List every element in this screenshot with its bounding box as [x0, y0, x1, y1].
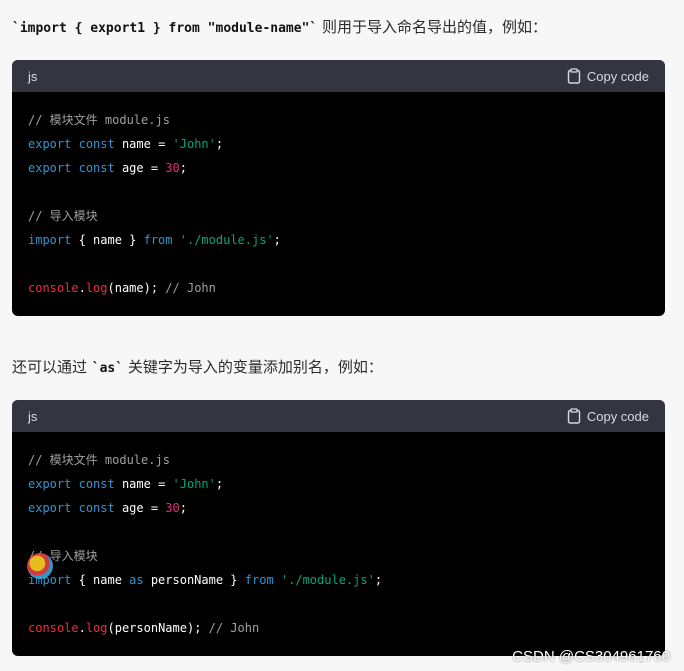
watermark: CSDN @CS304961760 — [512, 648, 670, 665]
code-token: export — [28, 137, 72, 151]
code-line: console.log(personName); // John — [28, 616, 649, 640]
code-token: from — [143, 233, 173, 247]
code-line: import { name as personName } from './mo… — [28, 568, 649, 592]
code-token: ; — [215, 477, 224, 491]
code-line: // 模块文件 module.js — [28, 448, 649, 472]
code-token: // 导入模块 — [28, 209, 98, 223]
code-token: ; — [215, 137, 224, 151]
code-content[interactable]: // 模块文件 module.js export const name = 'Jo… — [12, 432, 665, 654]
code-token: age = — [114, 501, 166, 515]
code-language-label: js — [28, 68, 38, 84]
code-token: // 模块文件 module.js — [28, 113, 170, 127]
code-token: . — [78, 281, 86, 295]
code-token: 'John' — [172, 137, 216, 151]
code-token: . — [78, 621, 86, 635]
code-token: 30 — [165, 161, 180, 175]
alias-paragraph: 还可以通过 `as` 关键字为导入的变量添加别名，例如： — [12, 357, 383, 379]
code-token: 'John' — [172, 477, 216, 491]
code-token: import — [28, 233, 72, 247]
code-token: const — [78, 137, 115, 151]
code-language-label: js — [28, 408, 38, 424]
code-token: age = — [114, 161, 166, 175]
code-token: ; — [179, 501, 187, 515]
code-token: as — [129, 573, 144, 587]
code-token: const — [78, 501, 115, 515]
code-line: export const age = 30; — [28, 496, 649, 520]
code-token: ; — [273, 233, 281, 247]
code-token: export — [28, 477, 72, 491]
code-token: { name — [71, 573, 130, 587]
alias-text-prefix: 还可以通过 — [12, 358, 92, 376]
code-token: export — [28, 161, 72, 175]
alias-inline-code: `as` — [91, 361, 124, 376]
code-token: const — [78, 477, 115, 491]
code-token: log — [85, 621, 108, 635]
code-token: ; — [374, 573, 383, 587]
code-token: console — [28, 281, 79, 295]
code-token: log — [85, 281, 108, 295]
code-token: ; — [179, 161, 187, 175]
code-token: console — [28, 621, 79, 635]
code-header: js Copy code — [12, 400, 665, 432]
floating-avatar-icon[interactable] — [27, 553, 53, 579]
code-header: js Copy code — [12, 60, 665, 92]
code-content[interactable]: // 模块文件 module.js export const name = 'Jo… — [12, 92, 665, 314]
code-token: { name } — [71, 233, 144, 247]
code-line: export const name = 'John'; — [28, 132, 649, 156]
page: `import { export1 } from "module-name"` … — [0, 0, 684, 671]
intro-paragraph: `import { export1 } from "module-name"` … — [12, 17, 547, 39]
code-token: './module.js' — [179, 233, 274, 247]
copy-code-label: Copy code — [586, 68, 649, 84]
code-token: name = — [114, 477, 173, 491]
code-line: import { name } from './module.js'; — [28, 228, 649, 252]
code-token: 30 — [165, 501, 180, 515]
code-token: personName } — [143, 573, 245, 587]
code-token: // 模块文件 module.js — [28, 453, 170, 467]
code-block-2: js Copy code // 模块文件 module.js export con… — [12, 400, 665, 656]
code-token: from — [244, 573, 274, 587]
code-token: './module.js' — [280, 573, 375, 587]
code-line: export const age = 30; — [28, 156, 649, 180]
code-line: export const name = 'John'; — [28, 472, 649, 496]
code-line: console.log(name); // John — [28, 276, 649, 300]
clipboard-icon — [567, 408, 581, 424]
code-line: // 模块文件 module.js — [28, 108, 649, 132]
code-line: // 导入模块 — [28, 204, 649, 228]
copy-code-button[interactable]: Copy code — [567, 68, 649, 84]
clipboard-icon — [567, 68, 581, 84]
code-token: // John — [208, 621, 260, 635]
code-token: (name); — [107, 281, 166, 295]
code-token: // John — [165, 281, 216, 295]
alias-text-suffix: 关键字为导入的变量添加别名，例如： — [123, 358, 383, 376]
copy-code-label: Copy code — [586, 408, 649, 424]
code-token: export — [28, 501, 72, 515]
code-line: // 导入模块 — [28, 544, 649, 568]
intro-inline-code: `import { export1 } from "module-name"` — [12, 21, 318, 36]
code-block-1: js Copy code // 模块文件 module.js export con… — [12, 60, 665, 316]
code-token: name = — [114, 137, 173, 151]
code-token: const — [78, 161, 115, 175]
code-token: (personName); — [107, 621, 209, 635]
copy-code-button[interactable]: Copy code — [567, 408, 649, 424]
intro-text: 则用于导入命名导出的值，例如： — [317, 18, 548, 36]
